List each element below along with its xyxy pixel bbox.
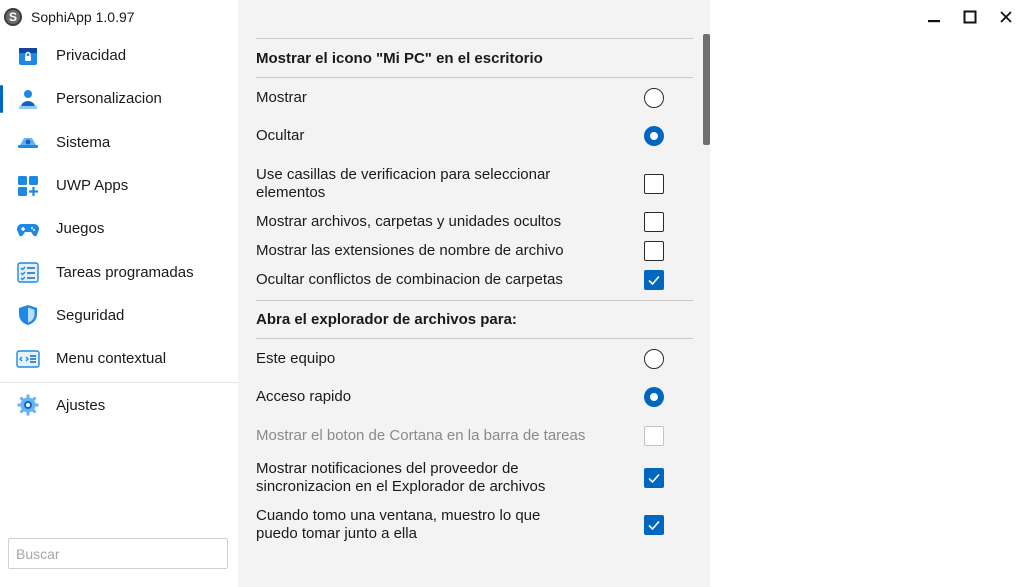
- option-label: Ocultar conflictos de combinacion de car…: [256, 270, 563, 288]
- sidebar-item-privacidad[interactable]: Privacidad: [0, 34, 238, 77]
- section-title-explorador: Abra el explorador de archivos para:: [256, 311, 517, 328]
- checkbox[interactable]: [644, 173, 664, 194]
- checkbox-row-cortana: Mostrar el boton de Cortana en la barra …: [256, 416, 693, 455]
- sidebar-item-juegos[interactable]: Juegos: [0, 207, 238, 250]
- section-title-mi-pc: Mostrar el icono "Mi PC" en el escritori…: [256, 49, 543, 67]
- sidebar-item-sistema[interactable]: Sistema: [0, 121, 238, 164]
- checkmark-icon: [648, 520, 660, 530]
- person-desk-icon: [16, 87, 40, 111]
- option-label: Cuando tomo una ventana, muestro lo que …: [256, 506, 541, 542]
- checkbox-row-ocultos[interactable]: Mostrar archivos, carpetas y unidades oc…: [256, 208, 693, 236]
- option-label: Ocultar: [256, 127, 305, 144]
- option-label: Use casillas de verificacion para selecc…: [256, 165, 551, 201]
- close-button[interactable]: [988, 0, 1024, 34]
- sidebar-item-label: UWP Apps: [56, 177, 129, 195]
- radio-row-este-equipo[interactable]: Este equipo: [256, 339, 693, 378]
- radio-row-acceso-rapido[interactable]: Acceso rapido: [256, 378, 693, 416]
- minimize-button[interactable]: [916, 0, 952, 34]
- option-label: Mostrar el boton de Cortana en la barra …: [256, 426, 586, 444]
- checkbox-checked[interactable]: [644, 269, 664, 290]
- sidebar-item-seguridad[interactable]: Seguridad: [0, 294, 238, 337]
- minimize-icon: [928, 20, 940, 23]
- sidebar-item-personalizacion[interactable]: Personalizacion: [0, 77, 238, 120]
- sidebar-item-label: Juegos: [56, 220, 105, 238]
- sidebar: S SophiApp 1.0.97 Privacidad Personaliza…: [0, 0, 238, 587]
- checkbox-checked[interactable]: [644, 514, 664, 535]
- app-logo-icon: S: [4, 8, 22, 26]
- sidebar-item-menu-contextual[interactable]: Menu contextual: [0, 337, 238, 380]
- window-blank-area: [710, 0, 1024, 587]
- option-label: Mostrar: [256, 88, 307, 106]
- sidebar-item-tareas-programadas[interactable]: Tareas programadas: [0, 250, 238, 293]
- privacy-lock-icon: [16, 44, 40, 68]
- checkbox-checked[interactable]: [644, 468, 664, 488]
- apps-grid-icon: [16, 174, 40, 198]
- checkbox[interactable]: [644, 212, 664, 232]
- settings-list: Mostrar el icono "Mi PC" en el escritori…: [256, 38, 693, 548]
- sidebar-item-label: Privacidad: [56, 47, 127, 65]
- code-menu-icon: [16, 347, 40, 371]
- radio-button[interactable]: [644, 87, 664, 108]
- sidebar-nav: Privacidad Personalizacion Sistema UWP A…: [0, 34, 238, 427]
- sidebar-item-uwp-apps[interactable]: UWP Apps: [0, 164, 238, 207]
- option-label: Mostrar las extensiones de nombre de arc…: [256, 241, 564, 259]
- app-title: SophiApp 1.0.97: [31, 9, 135, 25]
- vertical-scrollbar[interactable]: [703, 34, 710, 145]
- maximize-button[interactable]: [952, 0, 988, 34]
- system-laptop-icon: [16, 130, 40, 154]
- gear-icon: [16, 393, 40, 417]
- checkbox-row-casillas[interactable]: Use casillas de verificacion para selecc…: [256, 155, 693, 208]
- radio-button[interactable]: [644, 348, 664, 369]
- task-list-icon: [16, 260, 40, 284]
- checkmark-icon: [648, 275, 660, 285]
- checkbox-row-conflictos[interactable]: Ocultar conflictos de combinacion de car…: [256, 265, 693, 294]
- maximize-icon: [963, 10, 977, 24]
- radio-button-selected[interactable]: [644, 387, 664, 407]
- checkbox-row-ventana[interactable]: Cuando tomo una ventana, muestro lo que …: [256, 501, 693, 548]
- radio-row-ocultar[interactable]: Ocultar: [256, 117, 693, 155]
- shield-icon: [16, 303, 40, 327]
- radio-button-selected[interactable]: [644, 126, 664, 146]
- sidebar-item-label: Ajustes: [56, 396, 106, 414]
- sidebar-item-label: Menu contextual: [56, 350, 167, 368]
- sidebar-item-label: Tareas programadas: [56, 263, 194, 281]
- checkbox-row-notificaciones[interactable]: Mostrar notificaciones del proveedor de …: [256, 455, 693, 501]
- option-label: Este equipo: [256, 349, 336, 367]
- checkbox[interactable]: [644, 240, 664, 261]
- option-label: Mostrar notificaciones del proveedor de …: [256, 460, 546, 495]
- app-window: S SophiApp 1.0.97 Privacidad Personaliza…: [0, 0, 1024, 587]
- close-icon: [1000, 11, 1012, 23]
- checkbox-disabled: [644, 425, 664, 446]
- window-controls: [916, 0, 1024, 34]
- gamepad-icon: [16, 217, 40, 241]
- sidebar-item-label: Personalizacion: [56, 90, 162, 108]
- option-label: Acceso rapido: [256, 388, 352, 405]
- checkbox-row-extensiones[interactable]: Mostrar las extensiones de nombre de arc…: [256, 236, 693, 265]
- radio-row-mostrar[interactable]: Mostrar: [256, 78, 693, 117]
- sidebar-item-label: Sistema: [56, 133, 111, 151]
- sidebar-item-label: Seguridad: [56, 306, 125, 324]
- option-label: Mostrar archivos, carpetas y unidades oc…: [256, 213, 562, 230]
- checkmark-icon: [648, 473, 660, 484]
- search-input[interactable]: [8, 538, 228, 569]
- sidebar-item-ajustes[interactable]: Ajustes: [0, 383, 238, 426]
- title-bar: S SophiApp 1.0.97: [0, 0, 238, 34]
